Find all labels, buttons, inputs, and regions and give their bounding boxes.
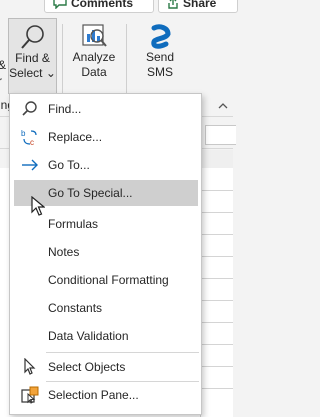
find-select-menu: Find... b c Replace... Go To... Go To Sp…: [9, 93, 202, 415]
menu-item-notes[interactable]: Notes: [11, 239, 200, 265]
menu-item-label: Go To...: [48, 158, 90, 172]
share-icon: [168, 0, 178, 9]
menu-item-label: Conditional Formatting: [48, 273, 169, 287]
find-select-button[interactable]: Find & Select ⌄: [8, 18, 57, 94]
menu-item-label: Data Validation: [48, 329, 129, 343]
gridline: [200, 234, 233, 235]
svg-text:c: c: [30, 138, 34, 146]
menu-item-label: Go To Special...: [48, 186, 133, 200]
menu-divider: [46, 352, 199, 353]
ribbon-separator: [126, 24, 127, 94]
comments-label: Comments: [71, 0, 134, 10]
menu-item-go-to[interactable]: Go To...: [11, 152, 200, 178]
collapse-ribbon-icon[interactable]: [218, 102, 228, 110]
menu-item-select-objects[interactable]: Select Objects: [11, 354, 200, 380]
column-header[interactable]: [200, 150, 233, 169]
menu-item-label: Find...: [48, 102, 82, 116]
comment-icon: [53, 0, 67, 9]
menu-item-label: Constants: [48, 301, 103, 315]
pointer-icon: [24, 358, 36, 375]
sms-icon: [151, 24, 171, 49]
arrow-right-icon: [22, 159, 38, 171]
analyze-data-icon: [82, 24, 107, 47]
sms-label-1: Send: [145, 50, 175, 64]
menu-item-constants[interactable]: Constants: [11, 295, 200, 321]
gridline: [200, 322, 233, 323]
menu-item-label: Notes: [48, 245, 80, 259]
analyze-data-button[interactable]: Analyze Data: [68, 18, 120, 80]
gridline: [200, 190, 233, 191]
replace-icon: b c: [21, 129, 37, 146]
share-label: Share: [183, 0, 217, 10]
menu-item-data-validation[interactable]: Data Validation: [11, 323, 200, 349]
menu-item-find[interactable]: Find...: [11, 96, 200, 122]
gridline: [200, 300, 233, 301]
send-sms-button[interactable]: Send SMS: [136, 18, 184, 80]
ribbon-separator: [62, 24, 63, 94]
magnifier-icon: [20, 25, 44, 49]
search-icon: [22, 101, 37, 116]
find-select-label-2: Select ⌄: [9, 66, 56, 80]
menu-item-conditional-formatting[interactable]: Conditional Formatting: [11, 267, 200, 293]
gridline: [200, 212, 233, 213]
gridline: [200, 366, 233, 367]
analyze-label-2: Data: [81, 65, 107, 79]
share-button[interactable]: Share: [158, 0, 238, 13]
chevron-down-icon: ⌄: [45, 66, 56, 80]
ribbon-edge-text-top: &: [0, 58, 6, 72]
menu-item-label: Selection Pane...: [48, 388, 139, 402]
svg-text:b: b: [21, 129, 26, 138]
gridline: [200, 344, 233, 345]
gridline: [200, 278, 233, 279]
gridline: [200, 388, 233, 389]
formula-input[interactable]: [205, 125, 236, 145]
gridline: [200, 256, 233, 257]
comments-button[interactable]: Comments: [44, 0, 154, 13]
selection-pane-icon: [21, 386, 39, 404]
menu-item-label: Formulas: [48, 217, 99, 231]
menu-item-selection-pane[interactable]: Selection Pane...: [11, 382, 200, 408]
mouse-cursor-icon: [31, 196, 45, 216]
menu-item-label: Select Objects: [48, 360, 126, 374]
menu-item-replace[interactable]: b c Replace...: [11, 124, 200, 150]
find-select-label-1: Find &: [15, 51, 50, 65]
menu-item-label: Replace...: [48, 130, 103, 144]
analyze-label-1: Analyze: [72, 50, 116, 64]
sms-label-2: SMS: [146, 65, 173, 79]
ribbon-edge-text-bottom: r: [0, 74, 2, 88]
